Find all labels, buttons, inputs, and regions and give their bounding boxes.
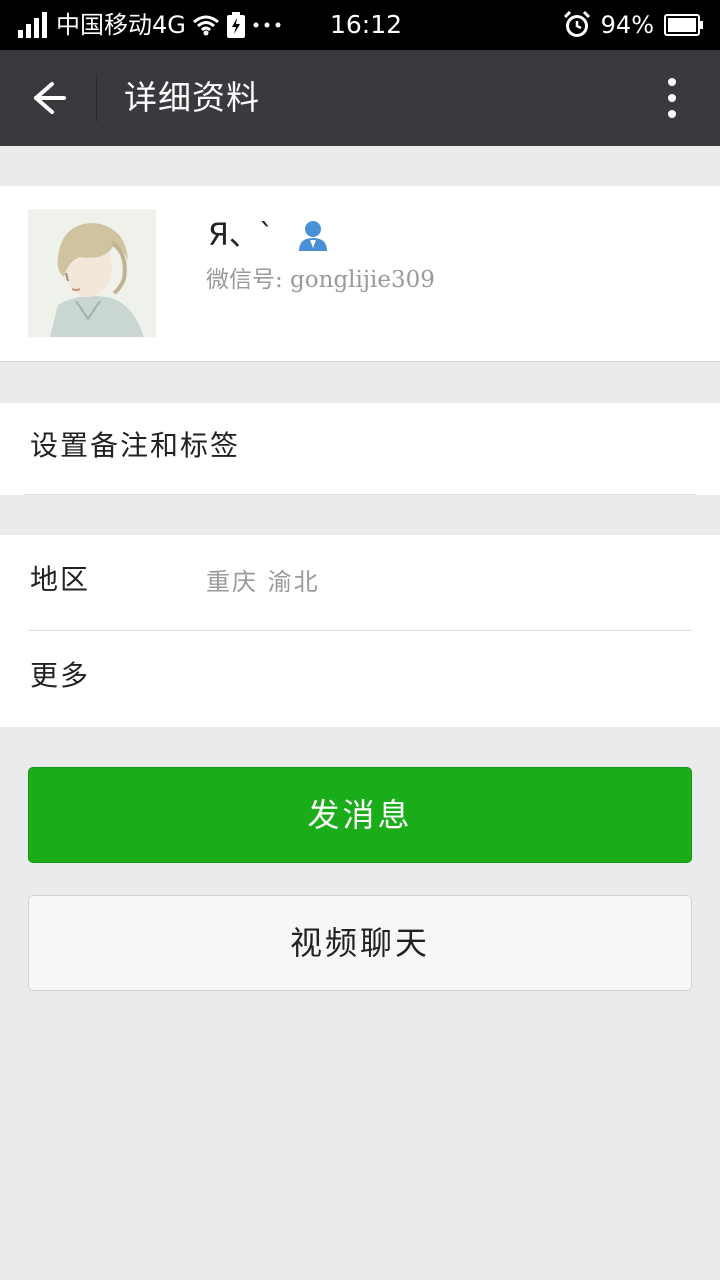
nickname: Я、` (208, 218, 274, 253)
person-icon (299, 221, 327, 251)
region-row: 地区 重庆 渝北 (0, 535, 720, 631)
more-menu-button[interactable] (658, 76, 686, 120)
status-right: 94% (563, 10, 704, 40)
avatar-illustration (28, 209, 156, 337)
more-row[interactable]: 更多 (0, 631, 720, 727)
battery-icon (664, 14, 703, 36)
region-value: 重庆 渝北 (206, 568, 320, 596)
battery-saver-icon (226, 12, 245, 38)
video-chat-button[interactable]: 视频聊天 (28, 895, 692, 991)
set-remark-tags-row[interactable]: 设置备注和标签 (0, 403, 720, 495)
more-dots-icon (253, 22, 281, 28)
info-group: 地区 重庆 渝北 更多 (0, 535, 720, 727)
clock: 16:12 (330, 10, 403, 39)
alarm-icon (563, 11, 590, 37)
wifi-icon (192, 15, 219, 36)
status-left: 中国移动4G (18, 10, 282, 40)
back-arrow-icon (34, 82, 66, 114)
divider (24, 494, 696, 495)
header-divider (96, 74, 97, 122)
back-button[interactable] (22, 74, 74, 122)
status-bar: 中国移动4G 16:12 94% (0, 0, 720, 50)
region-label: 地区 (30, 563, 91, 596)
page-title: 详细资料 (124, 78, 260, 117)
avatar[interactable] (28, 209, 156, 337)
battery-percent: 94% (600, 11, 654, 39)
more-label: 更多 (30, 659, 91, 692)
set-remark-tags-label: 设置备注和标签 (30, 429, 241, 462)
carrier-label: 中国移动4G (56, 11, 186, 39)
profile-card: Я、` 微信号: gonglijie309 (0, 186, 720, 362)
signal-icon (18, 12, 47, 38)
send-message-button[interactable]: 发消息 (28, 767, 692, 863)
top-bar: 详细资料 (0, 50, 720, 146)
wechat-id: 微信号: gonglijie309 (206, 267, 435, 293)
remark-group: 设置备注和标签 (0, 403, 720, 495)
more-vertical-icon (668, 78, 676, 118)
